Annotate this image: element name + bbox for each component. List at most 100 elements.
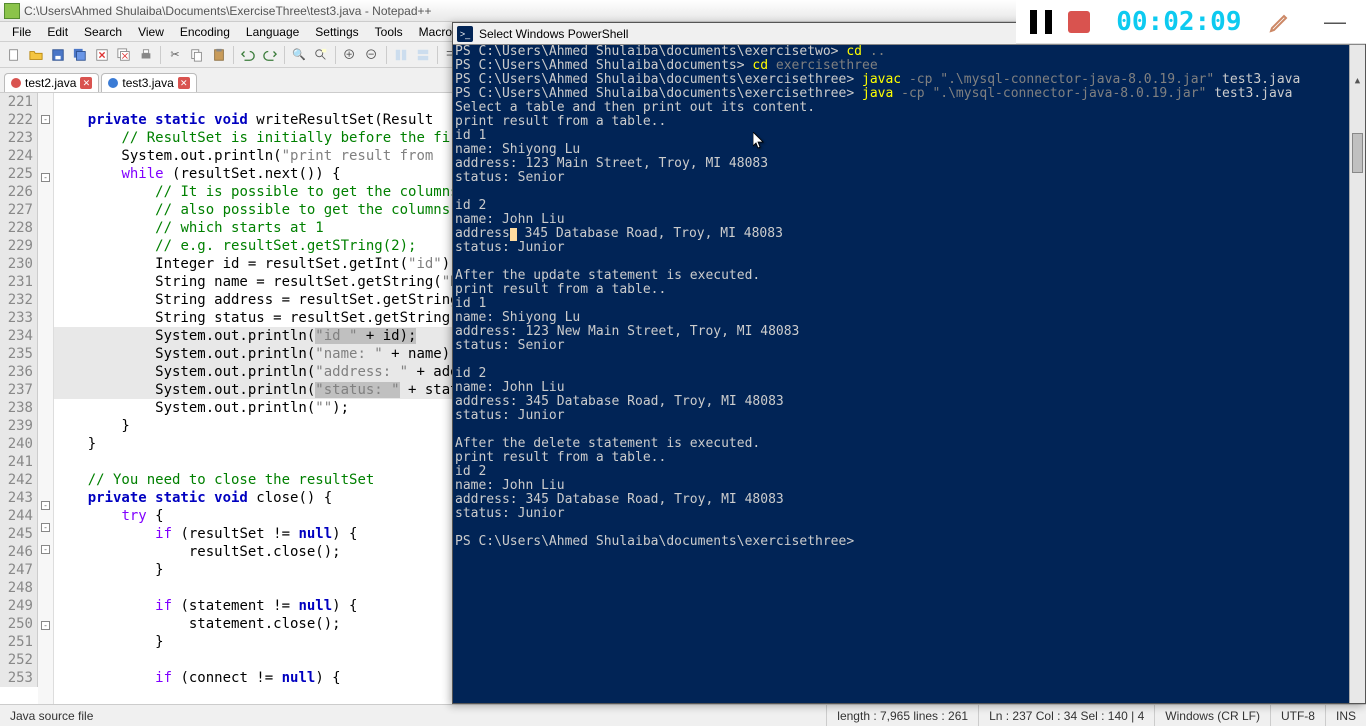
ps-scrollbar[interactable]: ▲ bbox=[1349, 45, 1365, 703]
code-line[interactable]: String address = resultSet.getString bbox=[54, 291, 467, 309]
menu-language[interactable]: Language bbox=[238, 23, 307, 41]
code-line[interactable]: if (connect != null) { bbox=[54, 669, 467, 687]
minimize-button[interactable]: — bbox=[1318, 9, 1352, 35]
code-line[interactable]: } bbox=[54, 633, 467, 651]
line-number: 237 bbox=[0, 381, 33, 399]
code-line[interactable]: while (resultSet.next()) { bbox=[54, 165, 467, 183]
code-line[interactable]: } bbox=[54, 417, 467, 435]
save-all-icon[interactable] bbox=[70, 45, 90, 65]
scroll-up-arrow[interactable]: ▲ bbox=[1350, 73, 1365, 89]
fold-toggle-icon[interactable]: - bbox=[41, 621, 50, 630]
line-number: 246 bbox=[0, 543, 33, 561]
fold-toggle-icon[interactable]: - bbox=[41, 501, 50, 510]
sync-v-icon[interactable] bbox=[391, 45, 411, 65]
line-number: 224 bbox=[0, 147, 33, 165]
line-number: 236 bbox=[0, 363, 33, 381]
line-number: 233 bbox=[0, 309, 33, 327]
fold-toggle-icon[interactable]: - bbox=[41, 173, 50, 182]
code-line[interactable]: // which starts at 1 bbox=[54, 219, 467, 237]
code-line[interactable]: private static void close() { bbox=[54, 489, 467, 507]
code-line[interactable]: private static void writeResultSet(Resul… bbox=[54, 111, 467, 129]
code-line[interactable]: String status = resultSet.getString( bbox=[54, 309, 467, 327]
scroll-thumb[interactable] bbox=[1352, 133, 1363, 173]
code-line[interactable]: System.out.println("id " + id); bbox=[54, 327, 467, 345]
print-icon[interactable] bbox=[136, 45, 156, 65]
code-line[interactable]: if (resultSet != null) { bbox=[54, 525, 467, 543]
screen-recorder-bar[interactable]: 00:02:09 — bbox=[1016, 0, 1366, 44]
replace-icon[interactable] bbox=[311, 45, 331, 65]
ps-terminal[interactable]: PS C:\Users\Ahmed Shulaiba\documents\exe… bbox=[453, 45, 1365, 703]
menu-encoding[interactable]: Encoding bbox=[172, 23, 238, 41]
sync-h-icon[interactable] bbox=[413, 45, 433, 65]
line-number: 225 bbox=[0, 165, 33, 183]
status-length: length : 7,965 lines : 261 bbox=[826, 705, 978, 726]
redo-icon[interactable] bbox=[260, 45, 280, 65]
code-line[interactable] bbox=[54, 651, 467, 669]
find-icon[interactable]: 🔍 bbox=[289, 45, 309, 65]
terminal-line: name: John Liu bbox=[455, 213, 1365, 227]
paste-icon[interactable] bbox=[209, 45, 229, 65]
copy-icon[interactable] bbox=[187, 45, 207, 65]
code-line[interactable] bbox=[54, 93, 467, 111]
code-line[interactable]: System.out.println(""); bbox=[54, 399, 467, 417]
new-file-icon[interactable] bbox=[4, 45, 24, 65]
zoom-in-icon[interactable] bbox=[340, 45, 360, 65]
code-line[interactable]: // e.g. resultSet.getSTring(2); bbox=[54, 237, 467, 255]
terminal-line: id 2 bbox=[455, 465, 1365, 479]
menu-view[interactable]: View bbox=[130, 23, 172, 41]
terminal-line: status: Senior bbox=[455, 339, 1365, 353]
tab-test2-java[interactable]: test2.java✕ bbox=[4, 73, 99, 92]
menu-settings[interactable]: Settings bbox=[307, 23, 366, 41]
code-line[interactable] bbox=[54, 453, 467, 471]
code-line[interactable]: statement.close(); bbox=[54, 615, 467, 633]
save-icon[interactable] bbox=[48, 45, 68, 65]
line-number: 252 bbox=[0, 651, 33, 669]
close-icon[interactable] bbox=[92, 45, 112, 65]
npp-title-text: C:\Users\Ahmed Shulaiba\Documents\Exerci… bbox=[24, 4, 432, 18]
code-line[interactable]: try { bbox=[54, 507, 467, 525]
tab-status-icon bbox=[108, 78, 118, 88]
code-line[interactable]: System.out.println("address: " + addr bbox=[54, 363, 467, 381]
stop-button[interactable] bbox=[1068, 11, 1090, 33]
tab-test3-java[interactable]: test3.java✕ bbox=[101, 73, 196, 92]
code-line[interactable]: // You need to close the resultSet bbox=[54, 471, 467, 489]
code-line[interactable]: // also possible to get the columns bbox=[54, 201, 467, 219]
tab-close-icon[interactable]: ✕ bbox=[80, 77, 92, 89]
tab-close-icon[interactable]: ✕ bbox=[178, 77, 190, 89]
line-number: 247 bbox=[0, 561, 33, 579]
fold-toggle-icon[interactable]: - bbox=[41, 545, 50, 554]
menu-tools[interactable]: Tools bbox=[367, 23, 411, 41]
menu-search[interactable]: Search bbox=[76, 23, 130, 41]
fold-toggle-icon[interactable]: - bbox=[41, 523, 50, 532]
powershell-window[interactable]: >_ Select Windows PowerShell PS C:\Users… bbox=[452, 22, 1366, 704]
code-line[interactable]: if (statement != null) { bbox=[54, 597, 467, 615]
menu-edit[interactable]: Edit bbox=[39, 23, 76, 41]
code-line[interactable]: String name = resultSet.getString("N bbox=[54, 273, 467, 291]
line-number: 222 bbox=[0, 111, 33, 129]
fold-column[interactable]: - - - - - - bbox=[38, 93, 54, 706]
pause-button[interactable] bbox=[1030, 10, 1052, 34]
zoom-out-icon[interactable] bbox=[362, 45, 382, 65]
code-line[interactable]: // It is possible to get the columns bbox=[54, 183, 467, 201]
cut-icon[interactable]: ✂ bbox=[165, 45, 185, 65]
code-line[interactable]: } bbox=[54, 561, 467, 579]
code-line[interactable]: System.out.println("status: " + stat bbox=[54, 381, 467, 399]
undo-icon[interactable] bbox=[238, 45, 258, 65]
pen-annotation-icon[interactable] bbox=[1268, 10, 1292, 34]
terminal-line: name: John Liu bbox=[455, 381, 1365, 395]
fold-toggle-icon[interactable]: - bbox=[41, 115, 50, 124]
close-all-icon[interactable] bbox=[114, 45, 134, 65]
code-line[interactable] bbox=[54, 579, 467, 597]
menu-file[interactable]: File bbox=[4, 23, 39, 41]
terminal-line: print result from a table.. bbox=[455, 115, 1365, 129]
code-line[interactable]: } bbox=[54, 435, 467, 453]
terminal-line: print result from a table.. bbox=[455, 451, 1365, 465]
code-line[interactable]: resultSet.close(); bbox=[54, 543, 467, 561]
code-line[interactable]: System.out.println("print result from bbox=[54, 147, 467, 165]
code-line[interactable]: // ResultSet is initially before the fi bbox=[54, 129, 467, 147]
code-content[interactable]: private static void writeResultSet(Resul… bbox=[54, 93, 467, 687]
open-file-icon[interactable] bbox=[26, 45, 46, 65]
code-line[interactable]: System.out.println("name: " + name); bbox=[54, 345, 467, 363]
code-line[interactable]: Integer id = resultSet.getInt("id"); bbox=[54, 255, 467, 273]
terminal-line: address: 345 Database Road, Troy, MI 480… bbox=[455, 493, 1365, 507]
